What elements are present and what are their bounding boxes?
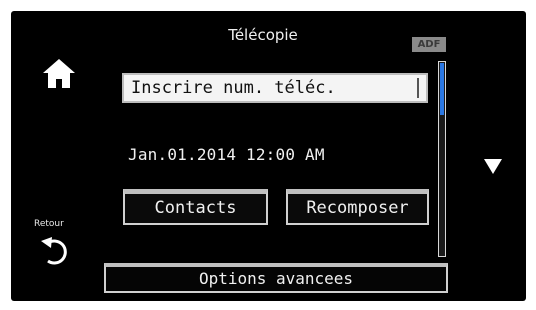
redial-button[interactable]: Recomposer: [286, 189, 429, 225]
page-title: Télécopie: [228, 26, 298, 44]
adf-badge: ADF: [412, 37, 446, 52]
advanced-options-button[interactable]: Options avancees: [104, 263, 448, 293]
home-icon[interactable]: [40, 56, 78, 90]
back-label: Retour: [34, 219, 64, 229]
scrollbar-thumb[interactable]: [440, 63, 444, 115]
fax-number-input[interactable]: Inscrire num. téléc.: [122, 73, 428, 103]
contacts-button[interactable]: Contacts: [123, 189, 268, 225]
date-time-display: Jan.01.2014 12:00 AM: [128, 145, 325, 164]
back-arrow-icon[interactable]: [38, 233, 74, 269]
down-triangle-icon[interactable]: [482, 155, 504, 177]
scrollbar[interactable]: [438, 61, 446, 257]
